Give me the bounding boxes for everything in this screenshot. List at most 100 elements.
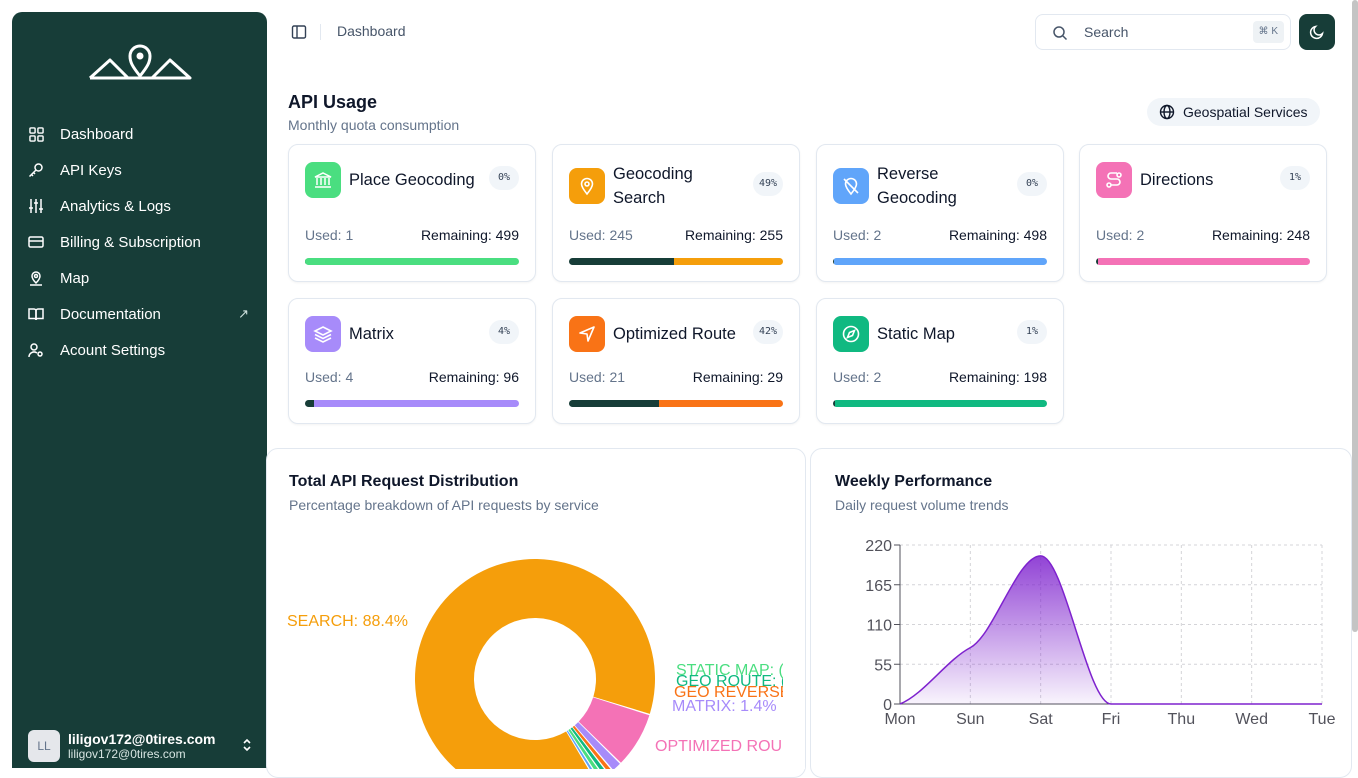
used-count: Used: 2 [1096, 227, 1144, 243]
user-menu[interactable]: LL liligov172@0tires.com liligov172@0tir… [28, 726, 253, 766]
usage-card-place-geocoding: Place Geocoding 0% Used: 1 Remaining: 49… [288, 144, 536, 282]
card-title: Geocoding Search [613, 162, 741, 210]
used-fill [569, 400, 659, 407]
label-clip [267, 589, 287, 649]
x-tick-label: Sat [1029, 711, 1054, 728]
y-tick-label: 55 [874, 657, 892, 674]
used-fill [305, 400, 314, 407]
percent-badge: 0% [1017, 172, 1047, 196]
remaining-fill [674, 258, 783, 265]
card-title: Place Geocoding [349, 168, 477, 192]
search-input[interactable]: Search ⌘ K [1035, 14, 1291, 50]
navigation-icon [569, 316, 605, 352]
sidebar-toggle-icon[interactable] [291, 24, 307, 40]
topbar: Dashboard Search ⌘ K [267, 0, 1358, 64]
section-subtitle: Monthly quota consumption [288, 117, 459, 133]
card-title: Reverse Geocoding [877, 162, 1005, 210]
sidebar-item-billing[interactable]: Billing & Subscription [12, 224, 267, 260]
globe-icon [1159, 104, 1175, 120]
used-count: Used: 2 [833, 227, 881, 243]
credit-card-icon [28, 234, 44, 250]
service-badge: Geospatial Services [1147, 98, 1320, 126]
user-name: liligov172@0tires.com [68, 731, 216, 747]
sidebar-item-map[interactable]: Map [12, 260, 267, 296]
avatar: LL [28, 730, 60, 762]
percent-badge: 49% [753, 172, 783, 196]
x-tick-label: Tue [1309, 711, 1336, 728]
pin-off-icon [833, 168, 869, 204]
remaining-count: Remaining: 198 [949, 369, 1047, 385]
map-pin-icon [569, 168, 605, 204]
usage-progress-bar [305, 400, 519, 407]
pie-chart: SEARCH: 88.4%OPTIMIZED ROUMATRIX: 1.4%GE… [267, 449, 805, 769]
pie-label: OPTIMIZED ROU [655, 738, 782, 755]
remaining-count: Remaining: 29 [693, 369, 783, 385]
usage-progress-bar [305, 258, 519, 265]
used-count: Used: 245 [569, 227, 633, 243]
remaining-fill [659, 400, 783, 407]
layers-icon [305, 316, 341, 352]
usage-progress-bar [833, 258, 1047, 265]
pie-label: SEARCH: 88.4% [287, 613, 408, 630]
sidebar-item-documentation[interactable]: Documentation ↗ [12, 296, 267, 332]
percent-badge: 42% [753, 320, 783, 344]
remaining-fill [835, 400, 1047, 407]
usage-card-static-map: Static Map 1% Used: 2 Remaining: 198 [816, 298, 1064, 424]
sidebar-item-dashboard[interactable]: Dashboard [12, 116, 267, 152]
theme-toggle-button[interactable] [1299, 14, 1335, 50]
x-tick-label: Fri [1102, 711, 1121, 728]
remaining-count: Remaining: 498 [949, 227, 1047, 243]
percent-badge: 1% [1017, 320, 1047, 344]
sidebar-item-api-keys[interactable]: API Keys [12, 152, 267, 188]
search-shortcut: ⌘ K [1253, 21, 1284, 43]
card-title: Static Map [877, 322, 1005, 346]
used-count: Used: 1 [305, 227, 353, 243]
sidebar-item-label: API Keys [60, 162, 122, 179]
sidebar-nav: Dashboard API Keys Analytics & Logs Bill… [12, 116, 267, 368]
remaining-count: Remaining: 96 [429, 369, 519, 385]
used-fill [569, 258, 674, 265]
card-title: Matrix [349, 322, 477, 346]
x-tick-label: Thu [1168, 711, 1196, 728]
sidebar-item-label: Analytics & Logs [60, 198, 171, 215]
compass-icon [833, 316, 869, 352]
grid-icon [28, 126, 44, 142]
card-title: Optimized Route [613, 322, 753, 346]
sidebar-item-label: Billing & Subscription [60, 234, 201, 251]
remaining-fill [1098, 258, 1310, 265]
logo-icon[interactable] [88, 40, 192, 84]
sidebar-item-analytics[interactable]: Analytics & Logs [12, 188, 267, 224]
usage-card-matrix: Matrix 4% Used: 4 Remaining: 96 [288, 298, 536, 424]
y-tick-label: 110 [866, 618, 892, 635]
percent-badge: 4% [489, 320, 519, 344]
sidebar-item-label: Acount Settings [60, 342, 165, 359]
divider [320, 24, 321, 40]
sidebar-item-account-settings[interactable]: Acount Settings [12, 332, 267, 368]
percent-badge: 1% [1280, 166, 1310, 190]
usage-progress-bar [569, 258, 783, 265]
user-email: liligov172@0tires.com [68, 747, 216, 761]
section-title: API Usage [288, 92, 377, 113]
search-placeholder: Search [1084, 24, 1128, 40]
usage-progress-bar [1096, 258, 1310, 265]
sliders-icon [28, 198, 44, 214]
weekly-panel: Weekly Performance Daily request volume … [810, 448, 1352, 778]
label-clip [783, 649, 805, 769]
remaining-fill [834, 258, 1047, 265]
percent-badge: 0% [489, 166, 519, 190]
card-title: Directions [1140, 168, 1268, 192]
used-count: Used: 4 [305, 369, 353, 385]
used-count: Used: 2 [833, 369, 881, 385]
pie-label: STATIC MAP: ( [676, 662, 785, 679]
scrollbar[interactable] [1352, 0, 1358, 632]
breadcrumb[interactable]: Dashboard [337, 23, 406, 39]
remaining-count: Remaining: 248 [1212, 227, 1310, 243]
usage-card-optimized-route: Optimized Route 42% Used: 21 Remaining: … [552, 298, 800, 424]
route-icon [1096, 162, 1132, 198]
map-pin-icon [28, 270, 44, 286]
distribution-panel: Total API Request Distribution Percentag… [266, 448, 806, 778]
search-icon [1052, 25, 1068, 41]
sidebar-item-label: Dashboard [60, 126, 133, 143]
y-tick-label: 220 [865, 538, 892, 555]
x-tick-label: Sun [956, 711, 984, 728]
